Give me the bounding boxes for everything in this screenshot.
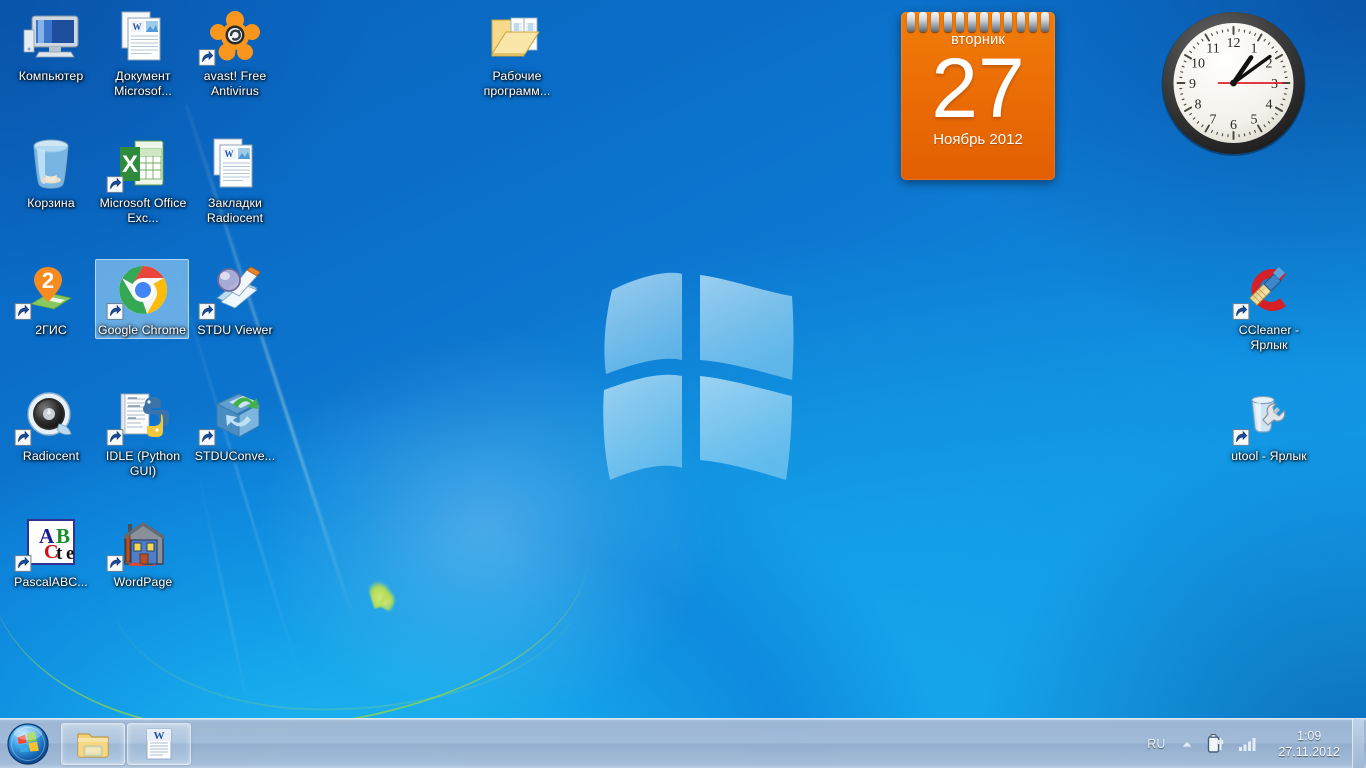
svg-text:1: 1 xyxy=(1251,41,1258,56)
desktop-icon-radiocent[interactable]: Radiocent xyxy=(4,386,98,464)
desktop-icon-radiocent-bookmarks[interactable]: W Закладки Radiocent xyxy=(188,133,282,227)
svg-text:7: 7 xyxy=(1210,113,1217,128)
desktop-icon-ccleaner[interactable]: CCleaner - Ярлык xyxy=(1222,260,1316,354)
windows-logo-watermark xyxy=(603,272,794,480)
desktop-icon-google-chrome[interactable]: Google Chrome xyxy=(95,259,190,340)
google-chrome-icon xyxy=(96,264,190,320)
stdu-viewer-icon xyxy=(188,264,282,320)
desktop-icon-label: avast! Free Antivirus xyxy=(203,69,267,99)
calendar-spiral-rings xyxy=(907,12,1049,34)
svg-text:8: 8 xyxy=(1194,98,1201,113)
svg-text:e: e xyxy=(66,543,74,564)
folder-explorer-icon xyxy=(77,733,109,757)
svg-text:5: 5 xyxy=(1251,113,1258,128)
calendar-body: вторник 27 Ноябрь 2012 xyxy=(901,12,1055,180)
tray-language-indicator[interactable]: RU xyxy=(1138,737,1174,751)
desktop-icon-label: Microsoft Office Exc... xyxy=(99,196,187,226)
desktop-icon-stdu-converter[interactable]: STDUConve... xyxy=(188,386,282,464)
power-battery-icon xyxy=(1208,733,1224,753)
desktop-icon-idle-python[interactable]: IDLE (Python GUI) xyxy=(96,386,190,480)
svg-text:W: W xyxy=(225,149,234,159)
taskbar-time: 1:09 xyxy=(1297,728,1322,743)
desktop-icon-label: Корзина xyxy=(27,196,75,210)
desktop-icon-label: Radiocent xyxy=(22,449,80,463)
show-desktop-button[interactable] xyxy=(1352,719,1364,768)
desktop-icon-2gis[interactable]: 2 2ГИС xyxy=(4,260,98,338)
word-document-icon: W xyxy=(96,10,190,66)
svg-text:W: W xyxy=(154,730,165,742)
desktop-icon-word-document[interactable]: W Документ Microsof... xyxy=(96,6,190,100)
system-tray: RU 1:09 27.11.2012 xyxy=(1138,719,1366,768)
desktop-icon-label: STDUConve... xyxy=(194,449,276,463)
radiocent-icon xyxy=(4,390,98,446)
desktop-icon-utool[interactable]: utool - Ярлык xyxy=(1222,386,1316,464)
desktop-icon-pascalabc[interactable]: A B C t e PascalABC... xyxy=(4,512,98,590)
taskbar-button-microsoft-word[interactable]: W xyxy=(127,722,191,765)
desktop-icon-excel[interactable]: X Microsoft Office Exc... xyxy=(96,133,190,227)
desktop-icon-label: WordPage xyxy=(113,575,173,589)
recycle-bin-icon xyxy=(4,137,98,193)
word-document-icon: W xyxy=(146,728,172,759)
network-signal-icon xyxy=(1239,737,1256,751)
avast-icon xyxy=(188,10,282,66)
svg-text:W: W xyxy=(133,22,142,32)
calendar-day-number: 27 xyxy=(931,41,1025,135)
taskbar-pinned-buttons: W xyxy=(61,722,191,765)
svg-text:11: 11 xyxy=(1206,41,1219,56)
desktop-icon-computer[interactable]: Компьютер xyxy=(4,6,98,84)
network-signal-icon-button[interactable] xyxy=(1232,736,1264,752)
wordpage-icon xyxy=(96,516,190,572)
desktop-icon-work-programs[interactable]: Рабочие программ... xyxy=(470,6,564,100)
svg-text:10: 10 xyxy=(1191,57,1205,72)
desktop-icon-label: Документ Microsof... xyxy=(114,69,172,99)
desktop-icon-label: Google Chrome xyxy=(97,323,187,337)
svg-text:X: X xyxy=(122,151,138,178)
desktop-icon-label: STDU Viewer xyxy=(197,323,273,337)
taskbar-date: 27.11.2012 xyxy=(1278,744,1340,759)
taskbar-clock[interactable]: 1:09 27.11.2012 xyxy=(1264,728,1350,760)
svg-text:2: 2 xyxy=(42,268,54,293)
desktop-icon-avast[interactable]: avast! Free Antivirus xyxy=(188,6,282,100)
svg-text:t: t xyxy=(56,543,63,564)
svg-text:6: 6 xyxy=(1230,118,1237,133)
desktop-icon-label: IDLE (Python GUI) xyxy=(105,449,181,479)
desktop-icon-recycle-bin[interactable]: Корзина xyxy=(4,133,98,211)
computer-icon xyxy=(4,10,98,66)
pascalabc-icon: A B C t e xyxy=(4,516,98,572)
svg-text:3: 3 xyxy=(1271,77,1278,92)
work-programs-icon xyxy=(470,10,564,66)
svg-text:12: 12 xyxy=(1227,36,1241,51)
desktop-icon-stdu-viewer[interactable]: STDU Viewer xyxy=(188,260,282,338)
chevron-up-icon xyxy=(1181,739,1194,747)
clock-gadget[interactable]: 12 1 2 3 4 5 6 7 8 9 10 11 xyxy=(1155,5,1312,162)
excel-icon: X xyxy=(96,137,190,193)
taskbar-button-windows-explorer[interactable] xyxy=(61,722,125,765)
calendar-gadget[interactable]: вторник 27 Ноябрь 2012 xyxy=(901,2,1055,180)
svg-text:9: 9 xyxy=(1189,77,1196,92)
desktop-icon-label: utool - Ярлык xyxy=(1231,449,1307,463)
calendar-month-year: Ноябрь 2012 xyxy=(933,131,1023,148)
stdu-converter-icon xyxy=(188,390,282,446)
analog-clock-face: 12 1234567891011 xyxy=(1161,12,1306,156)
desktop-icon-label: Компьютер xyxy=(18,69,84,83)
desktop-icon-label: CCleaner - Ярлык xyxy=(1238,323,1300,353)
desktop-icon-label: Закладки Radiocent xyxy=(206,196,264,226)
desktop-icon-label: PascalABC... xyxy=(14,575,88,589)
utool-icon xyxy=(1222,390,1316,446)
2gis-icon: 2 xyxy=(4,264,98,320)
ccleaner-icon xyxy=(1222,264,1316,320)
desktop-icon-label: Рабочие программ... xyxy=(483,69,551,99)
taskbar[interactable]: W RU 1:09 27.11.2012 xyxy=(0,718,1366,768)
start-button[interactable] xyxy=(1,721,55,767)
windows-start-orb-icon xyxy=(7,722,49,765)
radiocent-bookmarks-icon: W xyxy=(188,137,282,193)
desktop-icon-label: 2ГИС xyxy=(35,323,67,337)
desktop-icon-wordpage[interactable]: WordPage xyxy=(96,512,190,590)
show-hidden-icons-button[interactable] xyxy=(1174,738,1200,750)
idle-python-icon xyxy=(96,390,190,446)
power-battery-icon-button[interactable] xyxy=(1200,733,1232,755)
svg-text:4: 4 xyxy=(1266,98,1273,113)
